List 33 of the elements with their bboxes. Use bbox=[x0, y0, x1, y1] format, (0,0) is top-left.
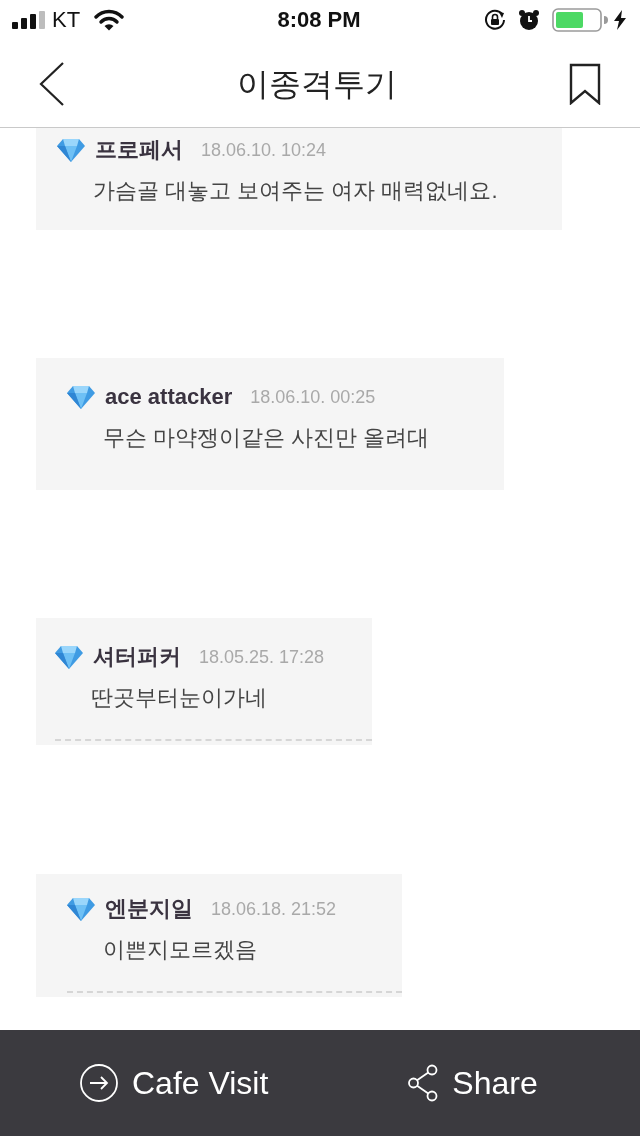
arrow-circle-icon bbox=[80, 1064, 118, 1102]
page-title: 이종격투기 bbox=[236, 67, 398, 100]
share-button[interactable]: Share bbox=[408, 1064, 538, 1102]
carrier-name: KT bbox=[52, 9, 81, 31]
back-icon bbox=[39, 60, 65, 107]
comment-date: 18.06.10. 00:25 bbox=[250, 386, 376, 409]
comment-text: 이쁜지모르겠음 bbox=[103, 936, 257, 964]
bookmark-icon bbox=[569, 62, 601, 105]
diamond-icon bbox=[57, 138, 85, 162]
back-button[interactable] bbox=[38, 59, 66, 108]
diamond-icon bbox=[55, 645, 83, 669]
diamond-icon bbox=[67, 897, 95, 921]
cafe-visit-button[interactable]: Cafe Visit bbox=[80, 1064, 269, 1102]
comment-date: 18.05.25. 17:28 bbox=[199, 646, 325, 669]
share-icon bbox=[408, 1064, 439, 1102]
status-time: 8:08 PM bbox=[277, 9, 361, 31]
comment-text: 딴곳부터눈이가네 bbox=[91, 684, 267, 712]
comment-text: 가슴골 대놓고 보여주는 여자 매력없네요. bbox=[93, 177, 498, 205]
comment-date: 18.06.18. 21:52 bbox=[211, 898, 337, 921]
comment-author: 프로페서 bbox=[95, 136, 183, 164]
wifi-icon bbox=[94, 9, 125, 31]
comment-author: 엔분지일 bbox=[105, 895, 193, 923]
diamond-icon bbox=[67, 385, 95, 409]
battery-icon bbox=[552, 8, 608, 32]
charging-bolt-icon bbox=[614, 10, 626, 30]
signal-bars-icon bbox=[12, 11, 46, 29]
comment-author: 셔터퍼커 bbox=[93, 643, 181, 671]
comment-text: 무슨 마약쟁이같은 사진만 올려대 bbox=[103, 424, 430, 452]
rotation-lock-icon bbox=[484, 9, 506, 31]
bookmark-button[interactable] bbox=[568, 61, 602, 106]
comment-author: ace attacker bbox=[105, 383, 233, 411]
comment-date: 18.06.10. 10:24 bbox=[201, 139, 327, 162]
alarm-clock-icon bbox=[518, 9, 540, 31]
